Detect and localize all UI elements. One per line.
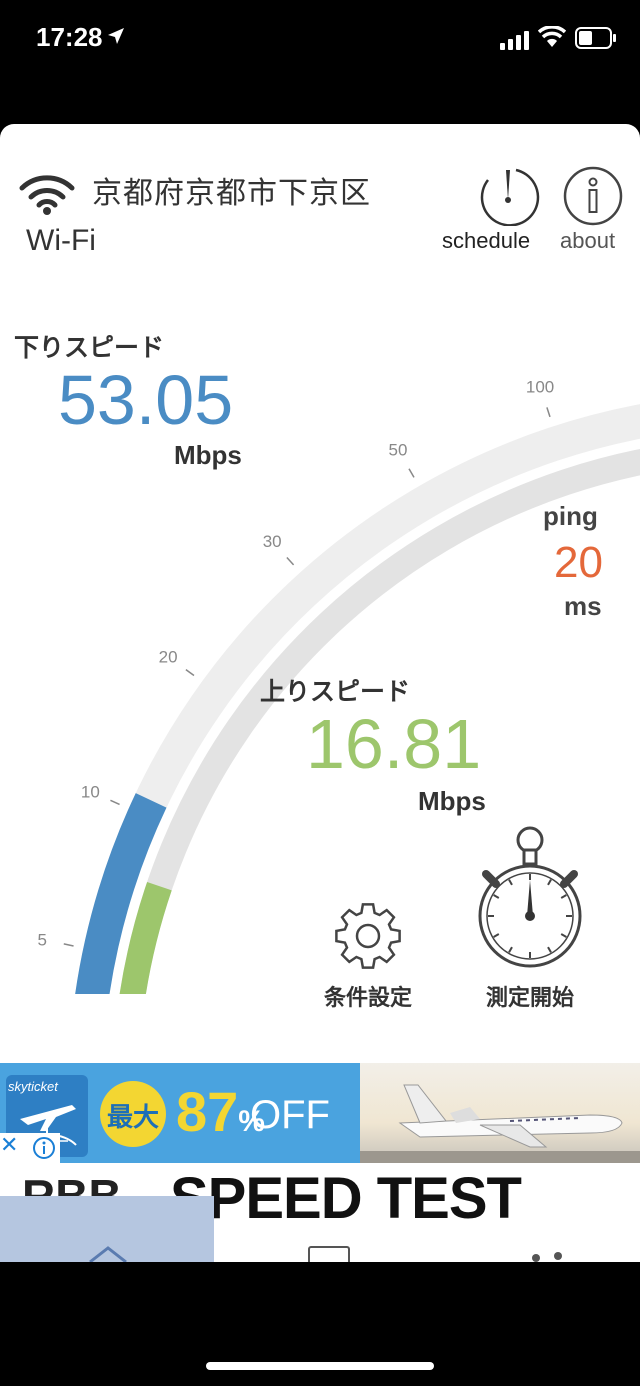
home-icon bbox=[89, 1246, 127, 1262]
gauge-tick bbox=[546, 407, 551, 418]
stopwatch-tick bbox=[547, 946, 552, 953]
gauge-tick bbox=[185, 669, 195, 677]
wifi-icon bbox=[538, 26, 566, 47]
stopwatch-tick bbox=[493, 933, 500, 938]
ad-badge: 最大 bbox=[100, 1081, 166, 1147]
status-bar: 17:28 bbox=[0, 0, 640, 80]
stopwatch-tick bbox=[560, 894, 567, 899]
info-icon[interactable] bbox=[563, 166, 623, 226]
stopwatch-icon bbox=[478, 826, 582, 968]
ping-unit: ms bbox=[564, 591, 602, 621]
gauge-scale-label: 5 bbox=[38, 930, 47, 949]
airplane-icon bbox=[360, 1084, 640, 1163]
ping-value: 20 bbox=[554, 538, 603, 587]
ad-discount-number: 87 bbox=[176, 1080, 239, 1143]
ping-label: ping bbox=[543, 501, 598, 531]
ad-info-icon[interactable] bbox=[32, 1136, 56, 1160]
battery-icon bbox=[575, 27, 616, 49]
gauge-scale-label: 50 bbox=[389, 441, 408, 460]
download-label: 下りスピード bbox=[14, 333, 165, 362]
gauge-scale-label: 100 bbox=[526, 377, 554, 396]
tab-share-icon[interactable] bbox=[530, 1250, 566, 1262]
stopwatch-tick bbox=[493, 894, 500, 899]
gauge-tick bbox=[110, 799, 120, 806]
gauge-tick bbox=[286, 556, 295, 566]
settings-button[interactable]: 条件設定 bbox=[318, 900, 418, 1011]
download-unit: Mbps bbox=[174, 440, 242, 470]
location-label: 京都府京都市下京区 bbox=[92, 176, 371, 211]
home-indicator bbox=[206, 1362, 434, 1370]
ad-badge-text: 最大 bbox=[106, 1103, 159, 1133]
ad-discount-suffix: OFF bbox=[250, 1093, 330, 1137]
gauge-tick bbox=[408, 468, 415, 478]
tab-home[interactable] bbox=[0, 1196, 214, 1262]
gauge-scale-label: 10 bbox=[81, 782, 100, 801]
tab-history-icon[interactable] bbox=[308, 1246, 350, 1262]
start-test-button[interactable]: 測定開始 bbox=[470, 824, 590, 1011]
status-time: 17:28 bbox=[36, 22, 103, 52]
upload-speed-value: 16.81 bbox=[306, 705, 482, 783]
start-test-label: 測定開始 bbox=[485, 986, 574, 1011]
gear-icon bbox=[335, 903, 401, 969]
gauge-scale-label: 20 bbox=[159, 648, 178, 667]
ad-close-button[interactable]: ✕ bbox=[0, 1133, 60, 1163]
gauge-scale-label: 30 bbox=[263, 532, 282, 551]
connection-type: Wi-Fi bbox=[26, 224, 96, 257]
tab-bar bbox=[0, 1196, 640, 1262]
ad-airplane-image bbox=[360, 1063, 640, 1163]
stopwatch-tick bbox=[508, 946, 513, 953]
location-arrow-icon bbox=[108, 28, 124, 44]
signal-bars-icon bbox=[500, 31, 529, 50]
upload-label: 上りスピード bbox=[260, 677, 411, 706]
stopwatch-tick bbox=[547, 879, 552, 886]
wifi-connection-icon bbox=[19, 175, 75, 215]
ad-banner[interactable]: skyticket 最大 87% OFF ✕ bbox=[0, 1063, 640, 1163]
app-screen: Wi-Fi 京都府京都市下京区 schedule about 051020305… bbox=[0, 124, 640, 1262]
schedule-button[interactable]: schedule bbox=[442, 228, 530, 254]
close-icon[interactable]: ✕ bbox=[0, 1133, 18, 1158]
gear-outline bbox=[335, 903, 401, 969]
gauge-tick bbox=[63, 943, 74, 947]
schedule-icon[interactable] bbox=[476, 166, 540, 226]
settings-label: 条件設定 bbox=[323, 986, 412, 1011]
stopwatch-tick bbox=[508, 879, 513, 886]
upload-unit: Mbps bbox=[418, 786, 486, 816]
stopwatch-tick bbox=[560, 933, 567, 938]
about-button[interactable]: about bbox=[560, 228, 615, 254]
download-speed-value: 53.05 bbox=[58, 361, 234, 439]
